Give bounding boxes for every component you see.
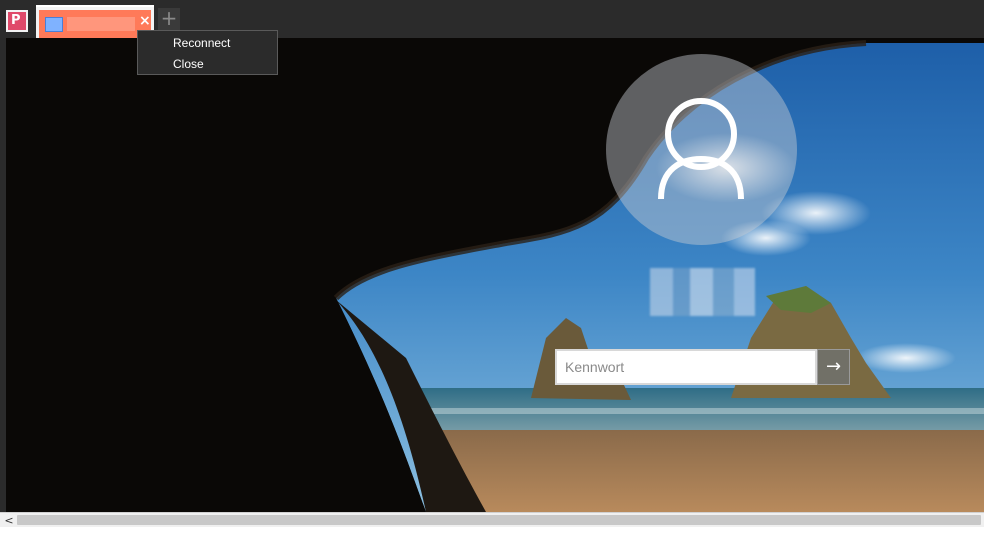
user-avatar xyxy=(606,54,797,245)
password-group: → xyxy=(555,349,850,385)
menu-item-reconnect[interactable]: Reconnect xyxy=(138,33,277,54)
tab-title xyxy=(67,17,135,31)
horizontal-scrollbar[interactable]: < xyxy=(0,512,984,528)
app-logo-letter: P xyxy=(11,13,21,28)
window-bottom-strip xyxy=(0,527,984,533)
close-icon[interactable]: × xyxy=(139,13,151,29)
remote-desktop-icon xyxy=(45,17,63,32)
tab-body[interactable]: × xyxy=(39,10,151,38)
username-label xyxy=(650,268,755,316)
plus-icon[interactable]: + xyxy=(158,8,180,30)
app-logo-icon[interactable]: P xyxy=(6,10,28,32)
menu-item-close[interactable]: Close xyxy=(138,54,277,75)
remote-screen[interactable]: → xyxy=(6,38,984,512)
tab-context-menu: Reconnect Close xyxy=(137,30,278,75)
user-icon xyxy=(658,98,744,200)
lock-screen-wallpaper xyxy=(6,38,984,512)
password-input[interactable] xyxy=(555,349,817,385)
scroll-left-icon[interactable]: < xyxy=(2,513,16,528)
scroll-thumb[interactable] xyxy=(17,515,981,525)
arrow-right-icon[interactable]: → xyxy=(817,349,850,385)
